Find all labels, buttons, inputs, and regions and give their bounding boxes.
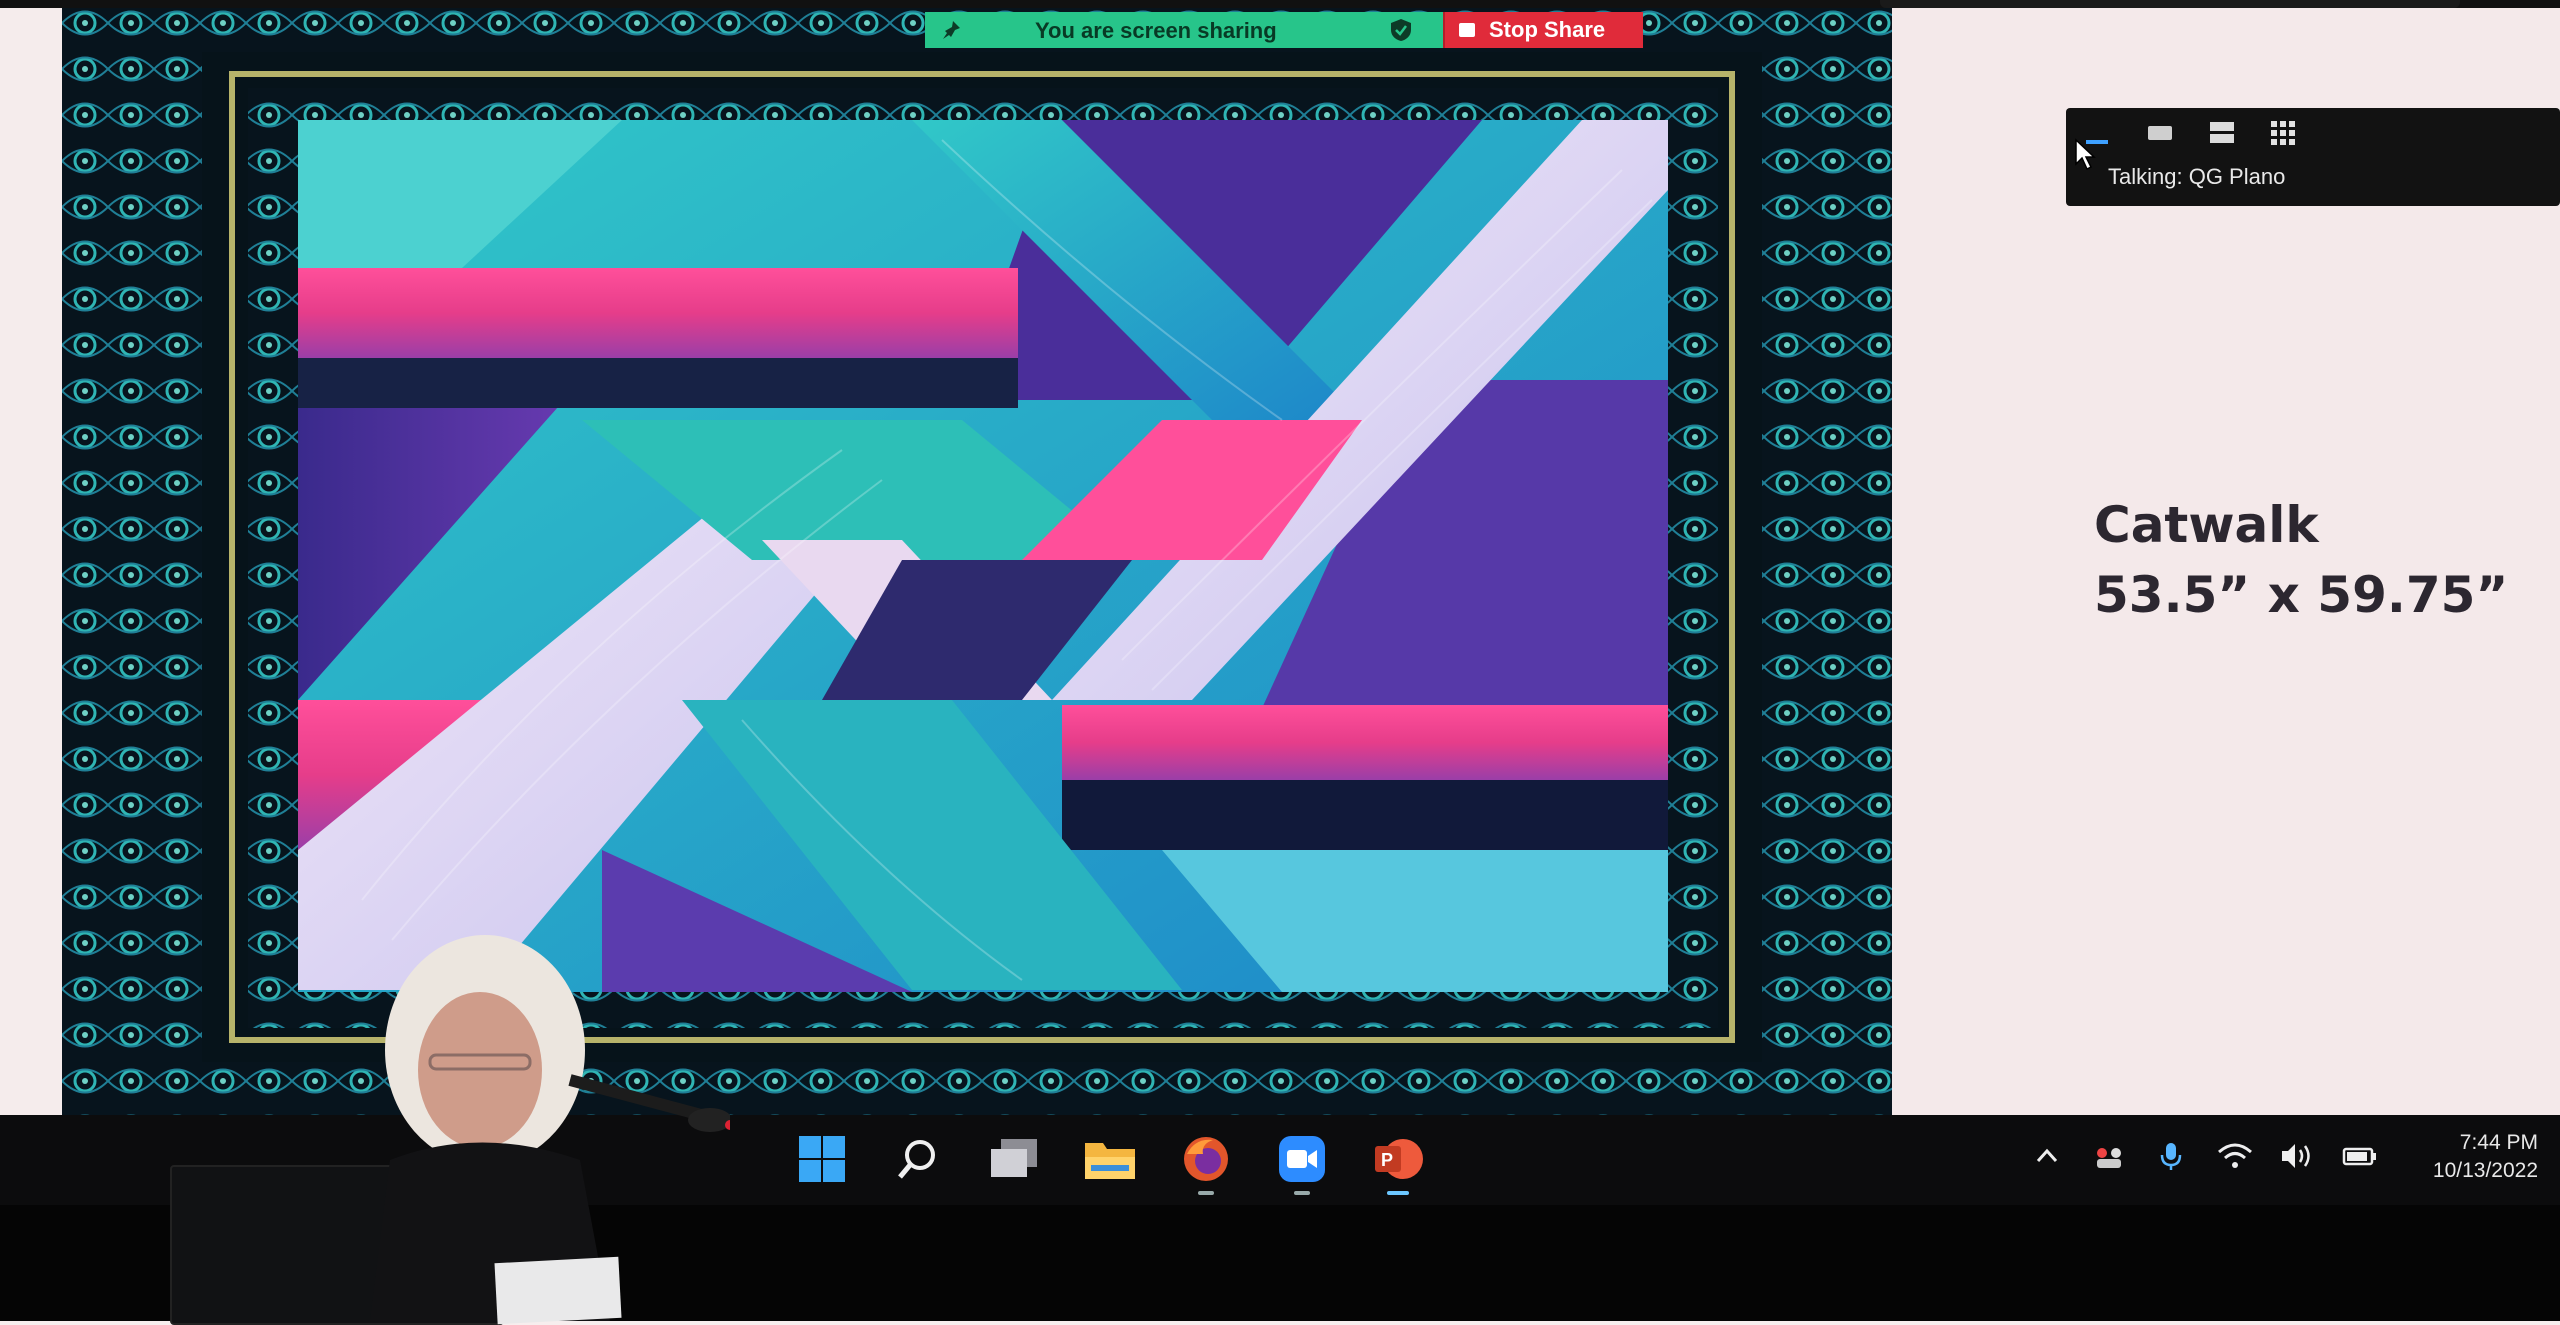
zoom-running-indicator (1294, 1191, 1310, 1195)
windows-start-icon[interactable] (790, 1127, 854, 1191)
wifi-icon[interactable] (2216, 1139, 2252, 1173)
stop-share-button[interactable]: Stop Share (1443, 12, 1643, 48)
talking-indicator: Talking: QG Plano (2108, 164, 2286, 189)
screen-share-status[interactable]: You are screen sharing (925, 12, 1443, 48)
zoom-top-bar-right (1880, 0, 2460, 8)
battery-icon[interactable] (2340, 1139, 2376, 1173)
clock-date: 10/13/2022 (2432, 1159, 2538, 1182)
powerpoint-icon[interactable]: P (1366, 1127, 1430, 1195)
svg-text:P: P (1381, 1150, 1393, 1170)
quilt-dimensions: 53.5” x 59.75” (2094, 566, 2509, 624)
file-explorer-icon[interactable] (1078, 1127, 1142, 1191)
volume-icon[interactable] (2278, 1139, 2312, 1173)
slide-caption: Catwalk 53.5” x 59.75” (2094, 490, 2508, 630)
mouse-cursor-icon (2075, 138, 2096, 171)
screen-share-message: You are screen sharing (1035, 18, 1277, 43)
quilt-title: Catwalk (2094, 496, 2319, 554)
stop-icon (1459, 23, 1475, 37)
gallery-view-icon[interactable] (2266, 116, 2300, 150)
firefox-running-indicator (1198, 1191, 1214, 1195)
microphone-icon[interactable] (2154, 1139, 2188, 1173)
slide-left-margin (0, 0, 62, 1115)
task-view-icon[interactable] (982, 1127, 1046, 1191)
clock-time: 7:44 PM (2459, 1131, 2538, 1154)
system-tray (2030, 1139, 2376, 1173)
pin-icon[interactable] (939, 18, 963, 42)
search-icon[interactable] (886, 1127, 950, 1191)
view-switcher (2080, 116, 2300, 150)
stop-share-label: Stop Share (1489, 17, 1606, 42)
taskbar-apps: P (790, 1127, 1430, 1195)
powerpoint-active-indicator (1387, 1191, 1409, 1195)
firefox-icon[interactable] (1174, 1127, 1238, 1195)
screen-share-banner: You are screen sharing Stop Share (925, 12, 1643, 48)
shield-icon (1391, 19, 1411, 41)
meeting-indicator-icon[interactable] (2092, 1139, 2126, 1173)
taskbar-clock[interactable]: 7:44 PM 10/13/2022 (2392, 1129, 2538, 1185)
presenter-notes (494, 1256, 622, 1325)
speaker-view-icon[interactable] (2204, 116, 2238, 150)
chevron-up-icon[interactable] (2030, 1139, 2064, 1173)
zoom-icon[interactable] (1270, 1127, 1334, 1195)
zoom-video-panel: Talking: QG Plano (2066, 108, 2560, 206)
thumbnail-view-icon[interactable] (2142, 116, 2176, 150)
